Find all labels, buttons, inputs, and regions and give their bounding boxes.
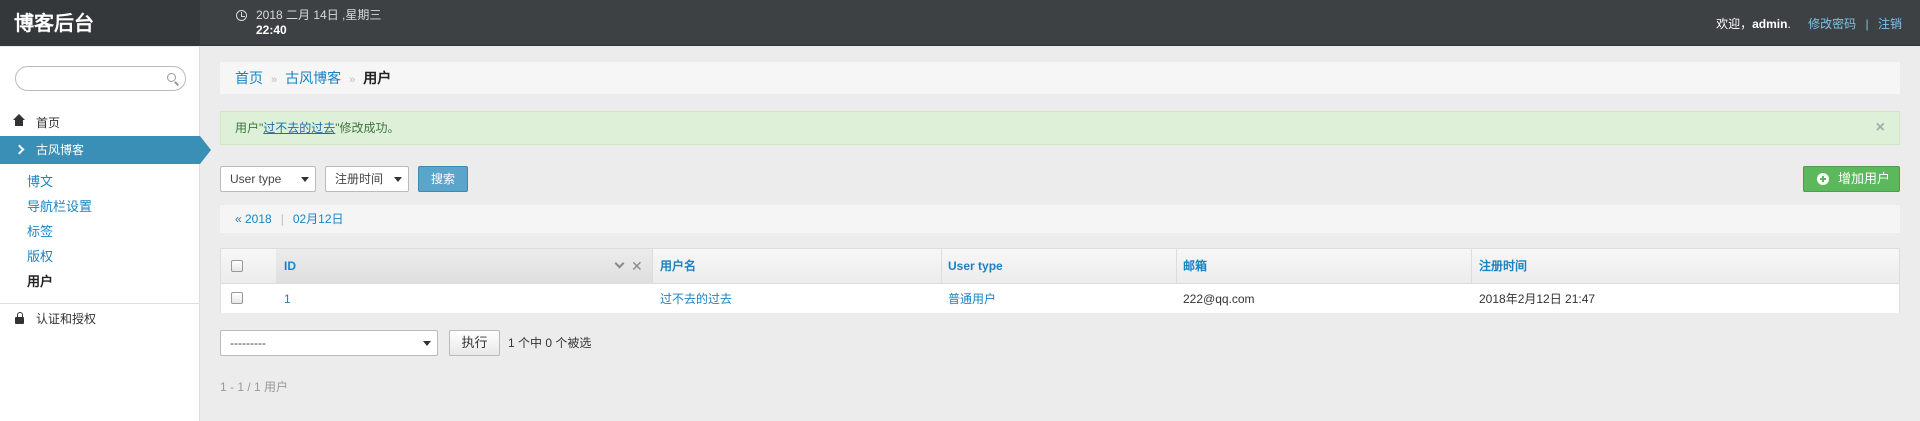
current-time: 22:40	[256, 23, 287, 37]
alert-suffix: "修改成功。	[335, 121, 400, 135]
column-header-id[interactable]: ID	[284, 249, 296, 284]
clock-icon	[236, 10, 247, 21]
divider	[652, 249, 653, 284]
dropdown-arrow-icon	[394, 177, 402, 182]
alert-user-link[interactable]: 过不去的过去	[263, 121, 335, 135]
sidebar-subnav: 博文 导航栏设置 标签 版权 用户	[0, 169, 200, 294]
sidebar-item-navbar-settings[interactable]: 导航栏设置	[0, 194, 200, 219]
divider: |	[280, 212, 284, 226]
breadcrumb-current: 用户	[363, 70, 392, 86]
table-row: 1 过不去的过去 普通用户 222@qq.com 2018年2月12日 21:4…	[221, 285, 1899, 313]
alert-prefix: 用户"	[235, 121, 264, 135]
register-time-filter[interactable]: 注册时间	[325, 166, 409, 192]
search-button[interactable]: 搜索	[418, 166, 468, 192]
divider: |	[1865, 17, 1869, 31]
sidebar-item-label: 首页	[36, 116, 61, 130]
plus-circle-icon	[1817, 173, 1829, 185]
user-type-filter[interactable]: User type	[220, 166, 316, 192]
username: admin	[1752, 17, 1788, 31]
divider	[1471, 249, 1472, 284]
sorted-column-bg	[276, 249, 652, 284]
breadcrumb-home[interactable]: 首页	[235, 70, 263, 86]
column-header-username[interactable]: 用户名	[660, 249, 696, 284]
cell-registered: 2018年2月12日 21:47	[1479, 292, 1596, 306]
lock-icon	[15, 312, 24, 324]
welcome-text: 欢迎，	[1716, 17, 1753, 31]
brand-title[interactable]: 博客后台	[0, 0, 200, 46]
sidebar-item-posts[interactable]: 博文	[0, 169, 200, 194]
close-icon[interactable]: ×	[1876, 112, 1885, 144]
username-suffix: .	[1787, 17, 1791, 31]
divider	[1176, 249, 1177, 284]
sidebar-item-home[interactable]: 首页	[0, 110, 200, 136]
column-header-email[interactable]: 邮箱	[1183, 249, 1207, 284]
dropdown-arrow-icon	[423, 341, 431, 346]
breadcrumb-separator: »	[271, 74, 278, 86]
date-current-link[interactable]: 02月12日	[293, 212, 344, 226]
sidebar-search-input[interactable]	[15, 66, 186, 91]
column-header-registered[interactable]: 注册时间	[1479, 249, 1527, 284]
sidebar-item-label: 古风博客	[36, 143, 85, 157]
row-checkbox[interactable]	[231, 292, 243, 304]
add-user-button[interactable]: 增加用户	[1803, 166, 1900, 192]
sidebar-item-copyright[interactable]: 版权	[0, 244, 200, 269]
table-header: ID ✕ 用户名 User type 邮箱 注册时间	[221, 249, 1899, 284]
search-icon[interactable]	[167, 73, 176, 82]
sidebar-item-tags[interactable]: 标签	[0, 219, 200, 244]
action-select[interactable]: ---------	[220, 330, 438, 356]
column-header-user-type[interactable]: User type	[948, 249, 1003, 284]
cell-email: 222@qq.com	[1183, 292, 1255, 306]
success-alert: 用户"过不去的过去"修改成功。 ×	[220, 111, 1900, 145]
filter-value: User type	[230, 172, 282, 186]
current-date: 2018 二月 14日 ,星期三	[256, 8, 382, 22]
selection-counter: 1 个中 0 个被选	[508, 336, 592, 350]
paginator: 1 - 1 / 1 用户	[220, 380, 289, 394]
user-bar: 欢迎，admin. 修改密码 | 注销	[1716, 15, 1902, 32]
dropdown-arrow-icon	[301, 177, 309, 182]
execute-button[interactable]: 执行	[449, 330, 500, 356]
add-user-label: 增加用户	[1838, 171, 1891, 186]
filter-value: 注册时间	[335, 172, 384, 186]
select-all-checkbox[interactable]	[231, 260, 243, 272]
home-icon	[13, 114, 25, 129]
sidebar-item-users[interactable]: 用户	[0, 269, 200, 294]
breadcrumb: 首页 » 古风博客 » 用户	[220, 62, 1900, 94]
cell-username[interactable]: 过不去的过去	[660, 285, 732, 313]
sidebar-item-active-app[interactable]: 古风博客	[0, 136, 211, 164]
date-hierarchy: « 2018 | 02月12日	[220, 205, 1900, 233]
sidebar: 首页 古风博客 博文 导航栏设置 标签 版权 用户 认证和授权	[0, 47, 211, 421]
chevron-right-icon	[14, 144, 25, 155]
results-table: ID ✕ 用户名 User type 邮箱 注册时间 1 过不去的过去 普通用户…	[220, 248, 1900, 313]
breadcrumb-separator: »	[349, 74, 356, 86]
divider	[941, 249, 942, 284]
action-value: ---------	[230, 336, 266, 350]
logout-link[interactable]: 注销	[1878, 17, 1902, 31]
date-back-link[interactable]: « 2018	[235, 212, 272, 226]
cell-user-type: 普通用户	[948, 292, 997, 306]
sidebar-item-label: 认证和授权	[36, 312, 97, 326]
remove-sort-icon[interactable]: ✕	[631, 258, 643, 275]
change-password-link[interactable]: 修改密码	[1808, 17, 1856, 31]
cell-id[interactable]: 1	[284, 285, 291, 313]
breadcrumb-app[interactable]: 古风博客	[285, 70, 341, 86]
top-header: 博客后台 2018 二月 14日 ,星期三 22:40 欢迎，admin. 修改…	[0, 0, 1920, 46]
sidebar-item-auth[interactable]: 认证和授权	[0, 304, 200, 334]
